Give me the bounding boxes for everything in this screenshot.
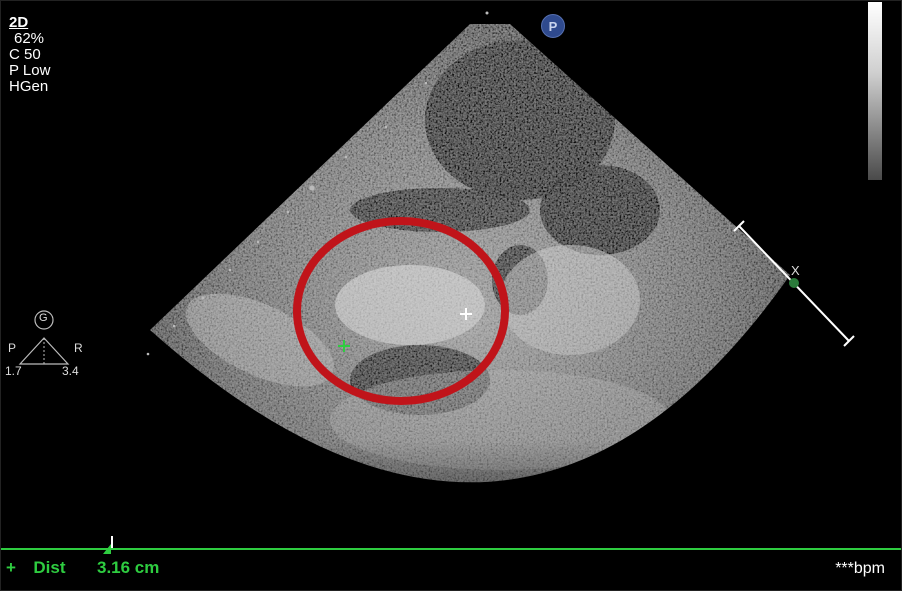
ultrasound-screen: X 2D 62% C 50 P Low HGen P G P R 1.7 3.4… [0, 0, 902, 591]
depth-scale-label: X [791, 263, 800, 278]
echo-image: X [103, 11, 855, 554]
acquisition-settings-panel: 2D 62% C 50 P Low HGen [9, 15, 50, 95]
orientation-left-value: 1.7 [5, 364, 22, 378]
orientation-right-value: 3.4 [62, 364, 79, 378]
distance-measurement: + Dist 3.16 cm [6, 558, 159, 578]
grayscale-bar [868, 2, 882, 180]
sector-fan [150, 24, 790, 483]
orientation-right-label: R [74, 341, 83, 355]
distance-label: Dist [33, 558, 66, 577]
g-label: G [39, 312, 48, 324]
compression-value: C 50 [9, 46, 41, 63]
orientation-left-label: P [8, 341, 17, 355]
probe-orientation-marker: P [541, 14, 565, 38]
heart-rate-readout: ***bpm [835, 560, 885, 577]
harmonic-value: HGen [9, 78, 49, 95]
measurement-caret [103, 536, 113, 554]
power-value: P Low [9, 62, 51, 79]
measurement-baseline [0, 548, 902, 550]
caliper-icon: + [6, 558, 16, 577]
orientation-icon: G P R 1.7 3.4 [4, 308, 88, 380]
gain-value: 62% [14, 30, 45, 47]
imaging-mode: 2D [9, 14, 29, 31]
distance-value: 3.16 cm [97, 558, 160, 577]
focus-marker[interactable] [789, 278, 799, 288]
